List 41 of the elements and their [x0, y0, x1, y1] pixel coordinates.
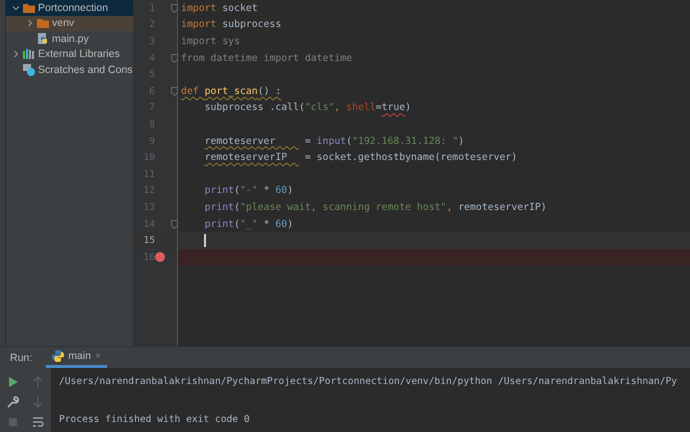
fold-marker-icon[interactable] [171, 4, 178, 13]
code-line: print("please wait, scanning remote host", remoteserverIP) [204, 202, 547, 213]
code-line: remoteserver = input("192.168.31.128: ") [204, 136, 464, 147]
chevron-right-icon[interactable] [26, 19, 34, 28]
arrow-up-icon[interactable] [32, 376, 44, 388]
folder-icon [23, 2, 35, 14]
console-line: Process finished with exit code 0 [59, 414, 250, 425]
tree-item[interactable]: Portconnection [6, 0, 133, 16]
stop-icon[interactable] [6, 416, 19, 428]
code-line: def port_scan() : [181, 86, 282, 97]
fold-marker-icon[interactable] [171, 54, 178, 63]
code-line: import socket [181, 2, 258, 14]
code-line: remoteserverIP = socket.gethostbyname(remoteserver) [204, 152, 518, 164]
code-line: print("_" * 60) [204, 218, 294, 230]
tree-item[interactable]: venv [6, 16, 133, 31]
wrench-icon[interactable] [6, 396, 19, 408]
run-tab[interactable]: main × [46, 347, 107, 368]
tree-item[interactable]: Scratches and Cons [6, 62, 133, 78]
line-number: 15 [142, 235, 155, 246]
code-line: import subprocess [181, 19, 282, 30]
fold-marker-icon[interactable] [171, 86, 178, 96]
run-label: Run: [10, 352, 32, 364]
fold-marker-icon[interactable] [171, 220, 178, 229]
console-line: /Users/narendranbalakrishnan/PycharmProjects/Portconnection/venv/bin/python /Users/narendranbalakrishnan/Py [59, 376, 678, 387]
library-icon [23, 48, 35, 60]
scratch-file-icon [23, 64, 35, 76]
tree-item[interactable]: External Libraries [6, 46, 133, 62]
code-line: from datetime import datetime [181, 52, 352, 64]
python-icon [52, 350, 64, 362]
folder-icon [37, 17, 49, 30]
chevron-down-icon[interactable] [12, 4, 20, 12]
soft-wrap-icon[interactable] [32, 416, 44, 428]
chevron-right-icon[interactable] [12, 50, 20, 58]
code-line: print("-" * 60) [204, 185, 294, 196]
tree-item[interactable]: main.py [6, 31, 133, 46]
breakpoint-icon[interactable] [155, 252, 165, 262]
python-file-icon [37, 32, 49, 45]
play-icon[interactable] [6, 376, 19, 388]
code-line: subprocess .call("cls", shell=true) [204, 102, 412, 114]
code-line: import sys [181, 36, 240, 47]
arrow-down-icon[interactable] [32, 396, 44, 408]
